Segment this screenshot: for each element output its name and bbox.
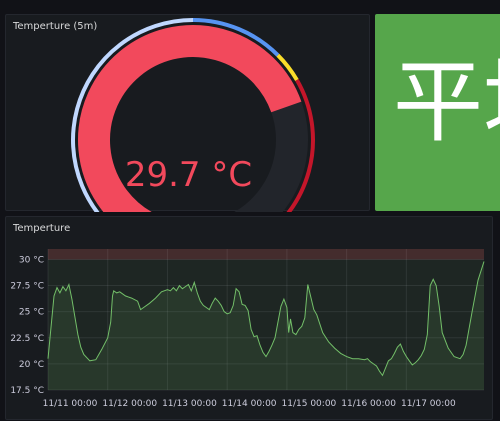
timeseries-chart[interactable]: 17.5 °C 20 °C 22.5 °C 25 °C 27.5 °C 30 °C 11/… bbox=[6, 217, 494, 421]
x-axis: 11/11 00:00 11/12 00:00 11/13 00:00 11/14 0… bbox=[43, 399, 456, 409]
timeseries-panel[interactable]: Temperture 17.5 °C 20 °C 22.5 °C 25 °C 27.5 … bbox=[5, 216, 493, 420]
y-axis: 17.5 °C 20 °C 22.5 °C 25 °C 27.5 °C 30 °C bbox=[10, 255, 44, 396]
gauge-value: 29.7 °C bbox=[124, 155, 253, 195]
x-tick-label: 11/16 00:00 bbox=[341, 399, 396, 409]
x-tick-label: 11/17 00:00 bbox=[401, 399, 456, 409]
y-tick-label: 17.5 °C bbox=[10, 386, 44, 396]
stat-value: 平均 bbox=[393, 50, 500, 155]
x-tick-label: 11/14 00:00 bbox=[222, 399, 277, 409]
gauge-panel[interactable]: Temperture (5m) 29.7 °C bbox=[5, 14, 370, 212]
y-tick-label: 22.5 °C bbox=[10, 334, 44, 344]
y-tick-label: 25 °C bbox=[19, 308, 44, 318]
y-tick-label: 30 °C bbox=[19, 255, 44, 265]
stat-panel[interactable]: 平均 bbox=[375, 14, 500, 211]
threshold-band bbox=[48, 249, 484, 260]
x-tick-label: 11/13 00:00 bbox=[162, 399, 217, 409]
x-tick-label: 11/12 00:00 bbox=[102, 399, 157, 409]
x-tick-label: 11/15 00:00 bbox=[282, 399, 337, 409]
y-tick-label: 27.5 °C bbox=[10, 282, 44, 292]
y-tick-label: 20 °C bbox=[19, 360, 44, 370]
x-tick-label: 11/11 00:00 bbox=[43, 399, 98, 409]
